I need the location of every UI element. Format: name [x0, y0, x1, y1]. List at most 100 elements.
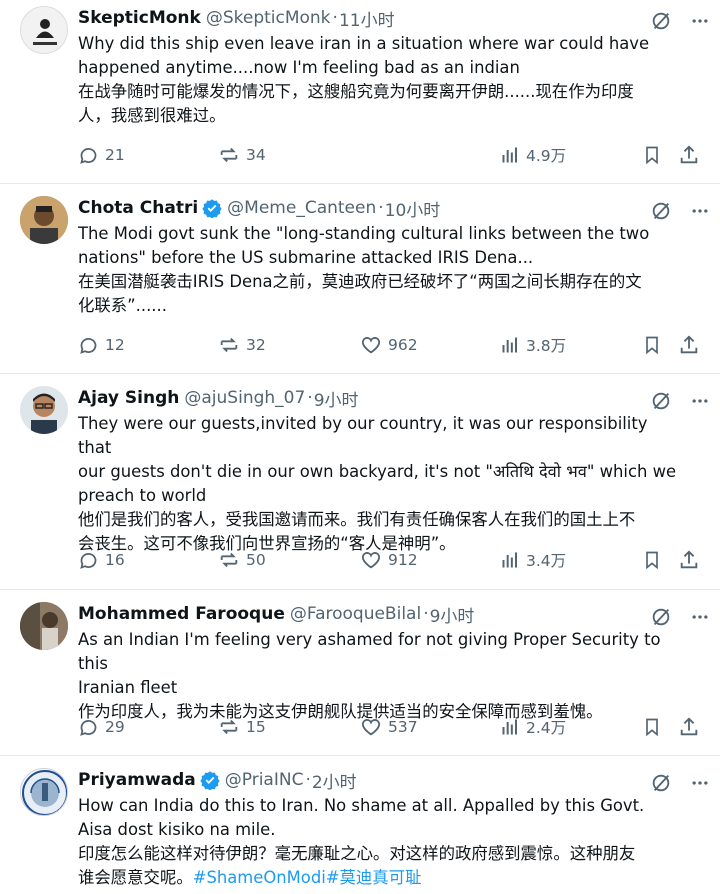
reply-button[interactable]: 21	[78, 145, 125, 166]
tweet-text-line: 人，我感到很难过。	[78, 106, 226, 125]
avatar-image	[20, 602, 68, 650]
views-button[interactable]: 2.4万	[500, 716, 566, 738]
tweet[interactable]: Priyamwada @PriaINC · 2小时 How can India …	[0, 756, 720, 894]
tweet-text-line: 印度怎么能这样对待伊朗？毫无廉耻之心。对这样的政府感到震惊。这种朋友	[78, 844, 636, 863]
grok-icon[interactable]	[650, 606, 672, 632]
timestamp[interactable]: 9小时	[314, 386, 359, 411]
like-count: 537	[388, 718, 418, 736]
user-handle[interactable]: @Meme_Canteen	[227, 198, 376, 218]
action-bar: 21 34 4.9万	[78, 142, 704, 168]
timestamp[interactable]: 9小时	[430, 602, 475, 627]
share-button[interactable]	[678, 144, 700, 166]
tweet-header: Mohammed Farooque @FarooqueBilal · 9小时	[78, 600, 680, 628]
avatar[interactable]	[20, 602, 68, 650]
action-bar: 29 15 537 2.4万	[78, 714, 704, 740]
tweet-text-line: The Modi govt sunk the "long-standing cu…	[78, 224, 650, 243]
bookmark-button[interactable]	[642, 549, 662, 571]
repost-button[interactable]: 34	[218, 144, 266, 166]
display-name[interactable]: Priyamwada	[78, 770, 196, 790]
tweet-top-icons	[650, 772, 710, 798]
views-icon	[502, 552, 517, 568]
repost-count: 34	[246, 146, 266, 164]
share-button[interactable]	[678, 334, 700, 356]
user-handle[interactable]: @ajuSingh_07	[184, 388, 305, 408]
more-icon[interactable]	[690, 391, 710, 415]
grok-icon[interactable]	[650, 10, 672, 36]
grok-icon[interactable]	[650, 772, 672, 798]
tweet-text: As an Indian I'm feeling very ashamed fo…	[78, 628, 680, 724]
grok-icon[interactable]	[650, 200, 672, 226]
share-icon	[680, 335, 698, 354]
grok-icon[interactable]	[650, 390, 672, 416]
like-icon	[361, 552, 381, 569]
like-button[interactable]: 537	[360, 716, 418, 738]
verified-badge-icon	[202, 198, 222, 218]
reply-button[interactable]: 29	[78, 717, 125, 738]
timestamp[interactable]: 10小时	[385, 196, 441, 221]
tweet-text-line: preach to world	[78, 486, 207, 505]
avatar[interactable]	[20, 6, 68, 54]
tweet-text-line: 在美国潜艇袭击IRIS Dena之前，莫迪政府已经破坏了“两国之间长期存在的文	[78, 272, 642, 291]
tweet-text-line: 化联系”......	[78, 296, 167, 315]
reply-button[interactable]: 16	[78, 550, 125, 571]
bookmark-button[interactable]	[642, 334, 662, 356]
verified-badge-icon	[200, 770, 220, 790]
avatar-image	[20, 196, 68, 244]
tweet-top-icons	[650, 200, 710, 226]
tweet-feed: SkepticMonk @SkepticMonk · 11小时 Why did …	[0, 0, 720, 894]
like-count: 912	[388, 551, 418, 569]
tweet-text-line: Iranian fleet	[78, 678, 178, 697]
views-button[interactable]: 3.8万	[500, 334, 566, 356]
timestamp[interactable]: 2小时	[312, 768, 357, 793]
share-button[interactable]	[678, 716, 700, 738]
user-handle[interactable]: @SkepticMonk	[206, 8, 331, 28]
reply-button[interactable]: 12	[78, 335, 125, 356]
repost-button[interactable]: 32	[218, 334, 266, 356]
views-button[interactable]: 4.9万	[500, 144, 566, 166]
repost-icon	[220, 552, 238, 568]
views-count: 4.9万	[526, 147, 567, 165]
share-icon	[680, 550, 698, 569]
views-button[interactable]: 3.4万	[500, 549, 566, 571]
hashtag-link[interactable]: #ShameOnModi#莫迪真可耻	[193, 868, 422, 887]
share-button[interactable]	[678, 549, 700, 571]
more-icon[interactable]	[690, 773, 710, 797]
tweet[interactable]: Ajay Singh @ajuSingh_07 · 9小时 They were …	[0, 374, 720, 590]
repost-icon	[220, 719, 238, 735]
bookmark-button[interactable]	[642, 144, 662, 166]
tweet[interactable]: Chota Chatri @Meme_Canteen · 10小时 The Mo…	[0, 184, 720, 374]
more-icon[interactable]	[690, 11, 710, 35]
user-handle[interactable]: @FarooqueBilal	[290, 604, 421, 624]
display-name[interactable]: Mohammed Farooque	[78, 604, 285, 624]
tweet-text: The Modi govt sunk the "long-standing cu…	[78, 222, 680, 318]
tweet-content: SkepticMonk @SkepticMonk · 11小时 Why did …	[78, 4, 680, 128]
reply-count: 29	[105, 718, 125, 736]
display-name[interactable]: Ajay Singh	[78, 388, 179, 408]
display-name[interactable]: SkepticMonk	[78, 8, 201, 28]
views-count: 3.8万	[526, 337, 567, 355]
repost-button[interactable]: 50	[218, 549, 266, 571]
views-count: 3.4万	[526, 552, 567, 570]
avatar[interactable]	[20, 768, 68, 816]
timestamp[interactable]: 11小时	[339, 6, 395, 31]
avatar[interactable]	[20, 386, 68, 434]
separator-dot: ·	[305, 770, 311, 790]
tweet[interactable]: Mohammed Farooque @FarooqueBilal · 9小时 A…	[0, 590, 720, 756]
more-icon[interactable]	[690, 201, 710, 225]
user-handle[interactable]: @PriaINC	[225, 770, 304, 790]
separator-dot: ·	[378, 198, 384, 218]
action-bar: 16 50 912 3.4万	[78, 547, 704, 573]
more-icon[interactable]	[690, 607, 710, 631]
tweet[interactable]: SkepticMonk @SkepticMonk · 11小时 Why did …	[0, 0, 720, 184]
avatar[interactable]	[20, 196, 68, 244]
display-name[interactable]: Chota Chatri	[78, 198, 198, 218]
repost-button[interactable]: 15	[218, 716, 266, 738]
tweet-text-line: As an Indian I'm feeling very ashamed fo…	[78, 630, 666, 673]
tweet-header: Ajay Singh @ajuSingh_07 · 9小时	[78, 384, 680, 412]
views-icon	[502, 147, 517, 163]
bookmark-button[interactable]	[642, 716, 662, 738]
like-icon	[361, 719, 381, 736]
like-button[interactable]: 962	[360, 334, 418, 356]
like-button[interactable]: 912	[360, 549, 418, 571]
tweet-text-line: 他们是我们的客人，受我国邀请而来。我们有责任确保客人在我们的国土上不	[78, 510, 636, 529]
